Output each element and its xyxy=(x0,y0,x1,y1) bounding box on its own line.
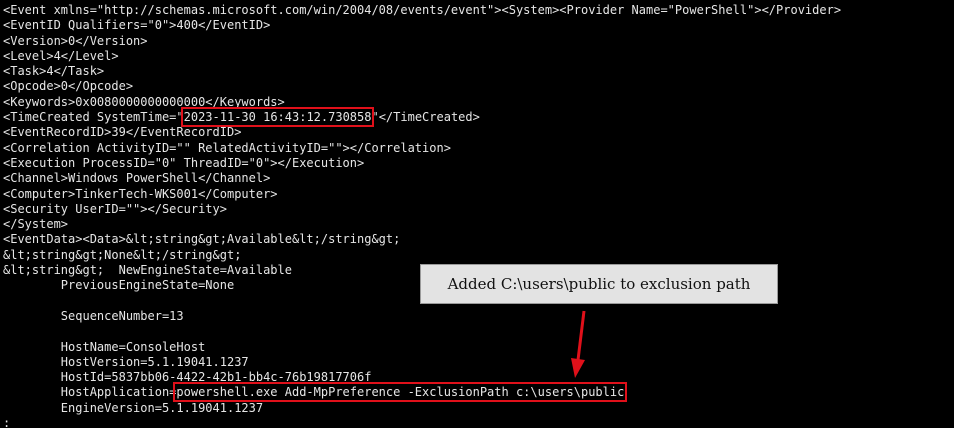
line-event-data: <EventData><Data>&lt;string&gt;Available… xyxy=(3,232,401,247)
line-sequence-number: SequenceNumber=13 xyxy=(3,308,184,323)
line-engine-version: EngineVersion=5.1.19041.1237 xyxy=(3,400,264,415)
line-event: <Event xmlns="http://schemas.microsoft.c… xyxy=(3,3,842,17)
annotation-callout: Added C:\users\public to exclusion path xyxy=(420,264,778,304)
line-host-version: HostVersion=5.1.19041.1237 xyxy=(3,354,249,369)
line-version: <Version>0</Version> xyxy=(3,33,148,48)
time-created-suffix: "</TimeCreated> xyxy=(371,110,480,125)
host-application-highlight: powershell.exe Add-MpPreference -Exclusi… xyxy=(173,382,628,403)
line-system-close: </System> xyxy=(3,217,69,232)
line-host-name: HostName=ConsoleHost xyxy=(3,339,206,354)
line-security: <Security UserID=""></Security> xyxy=(3,201,227,216)
terminal-window: <Event xmlns="http://schemas.microsoft.c… xyxy=(0,0,954,428)
pager-prompt[interactable]: : xyxy=(3,416,841,428)
line-string-none: &lt;string&gt;None&lt;/string&gt; xyxy=(3,247,242,262)
line-blank xyxy=(3,324,841,339)
time-created-highlight: 2023-11-30 16:43:12.730858 xyxy=(180,107,375,128)
line-keywords: <Keywords>0x0080000000000000</Keywords> xyxy=(3,94,285,109)
line-correlation: <Correlation ActivityID="" RelatedActivi… xyxy=(3,140,451,155)
event-xml-output: <Event xmlns="http://schemas.microsoft.c… xyxy=(3,3,841,428)
callout-text: Added C:\users\public to exclusion path xyxy=(447,275,751,293)
line-host-application: HostApplication=powershell.exe Add-MpPre… xyxy=(3,382,841,403)
line-task: <Task>4</Task> xyxy=(3,64,105,79)
line-computer: <Computer>TinkerTech-WKS001</Computer> xyxy=(3,186,278,201)
line-execution: <Execution ProcessID="0" ThreadID="0"></… xyxy=(3,155,365,170)
line-event-record-id: <EventRecordID>39</EventRecordID> xyxy=(3,125,242,140)
line-host-id: HostId=5837bb06-4422-42b1-bb4c-76b198177… xyxy=(3,370,372,385)
time-created-prefix: <TimeCreated SystemTime=" xyxy=(3,110,184,125)
line-time-created: <TimeCreated SystemTime="2023-11-30 16:4… xyxy=(3,107,841,128)
line-opcode: <Opcode>0</Opcode> xyxy=(3,79,134,94)
line-channel: <Channel>Windows PowerShell</Channel> xyxy=(3,171,271,186)
line-event-id: <EventID Qualifiers="0">400</EventID> xyxy=(3,18,271,33)
host-application-prefix: HostApplication= xyxy=(3,385,177,400)
line-level: <Level>4</Level> xyxy=(3,48,119,63)
